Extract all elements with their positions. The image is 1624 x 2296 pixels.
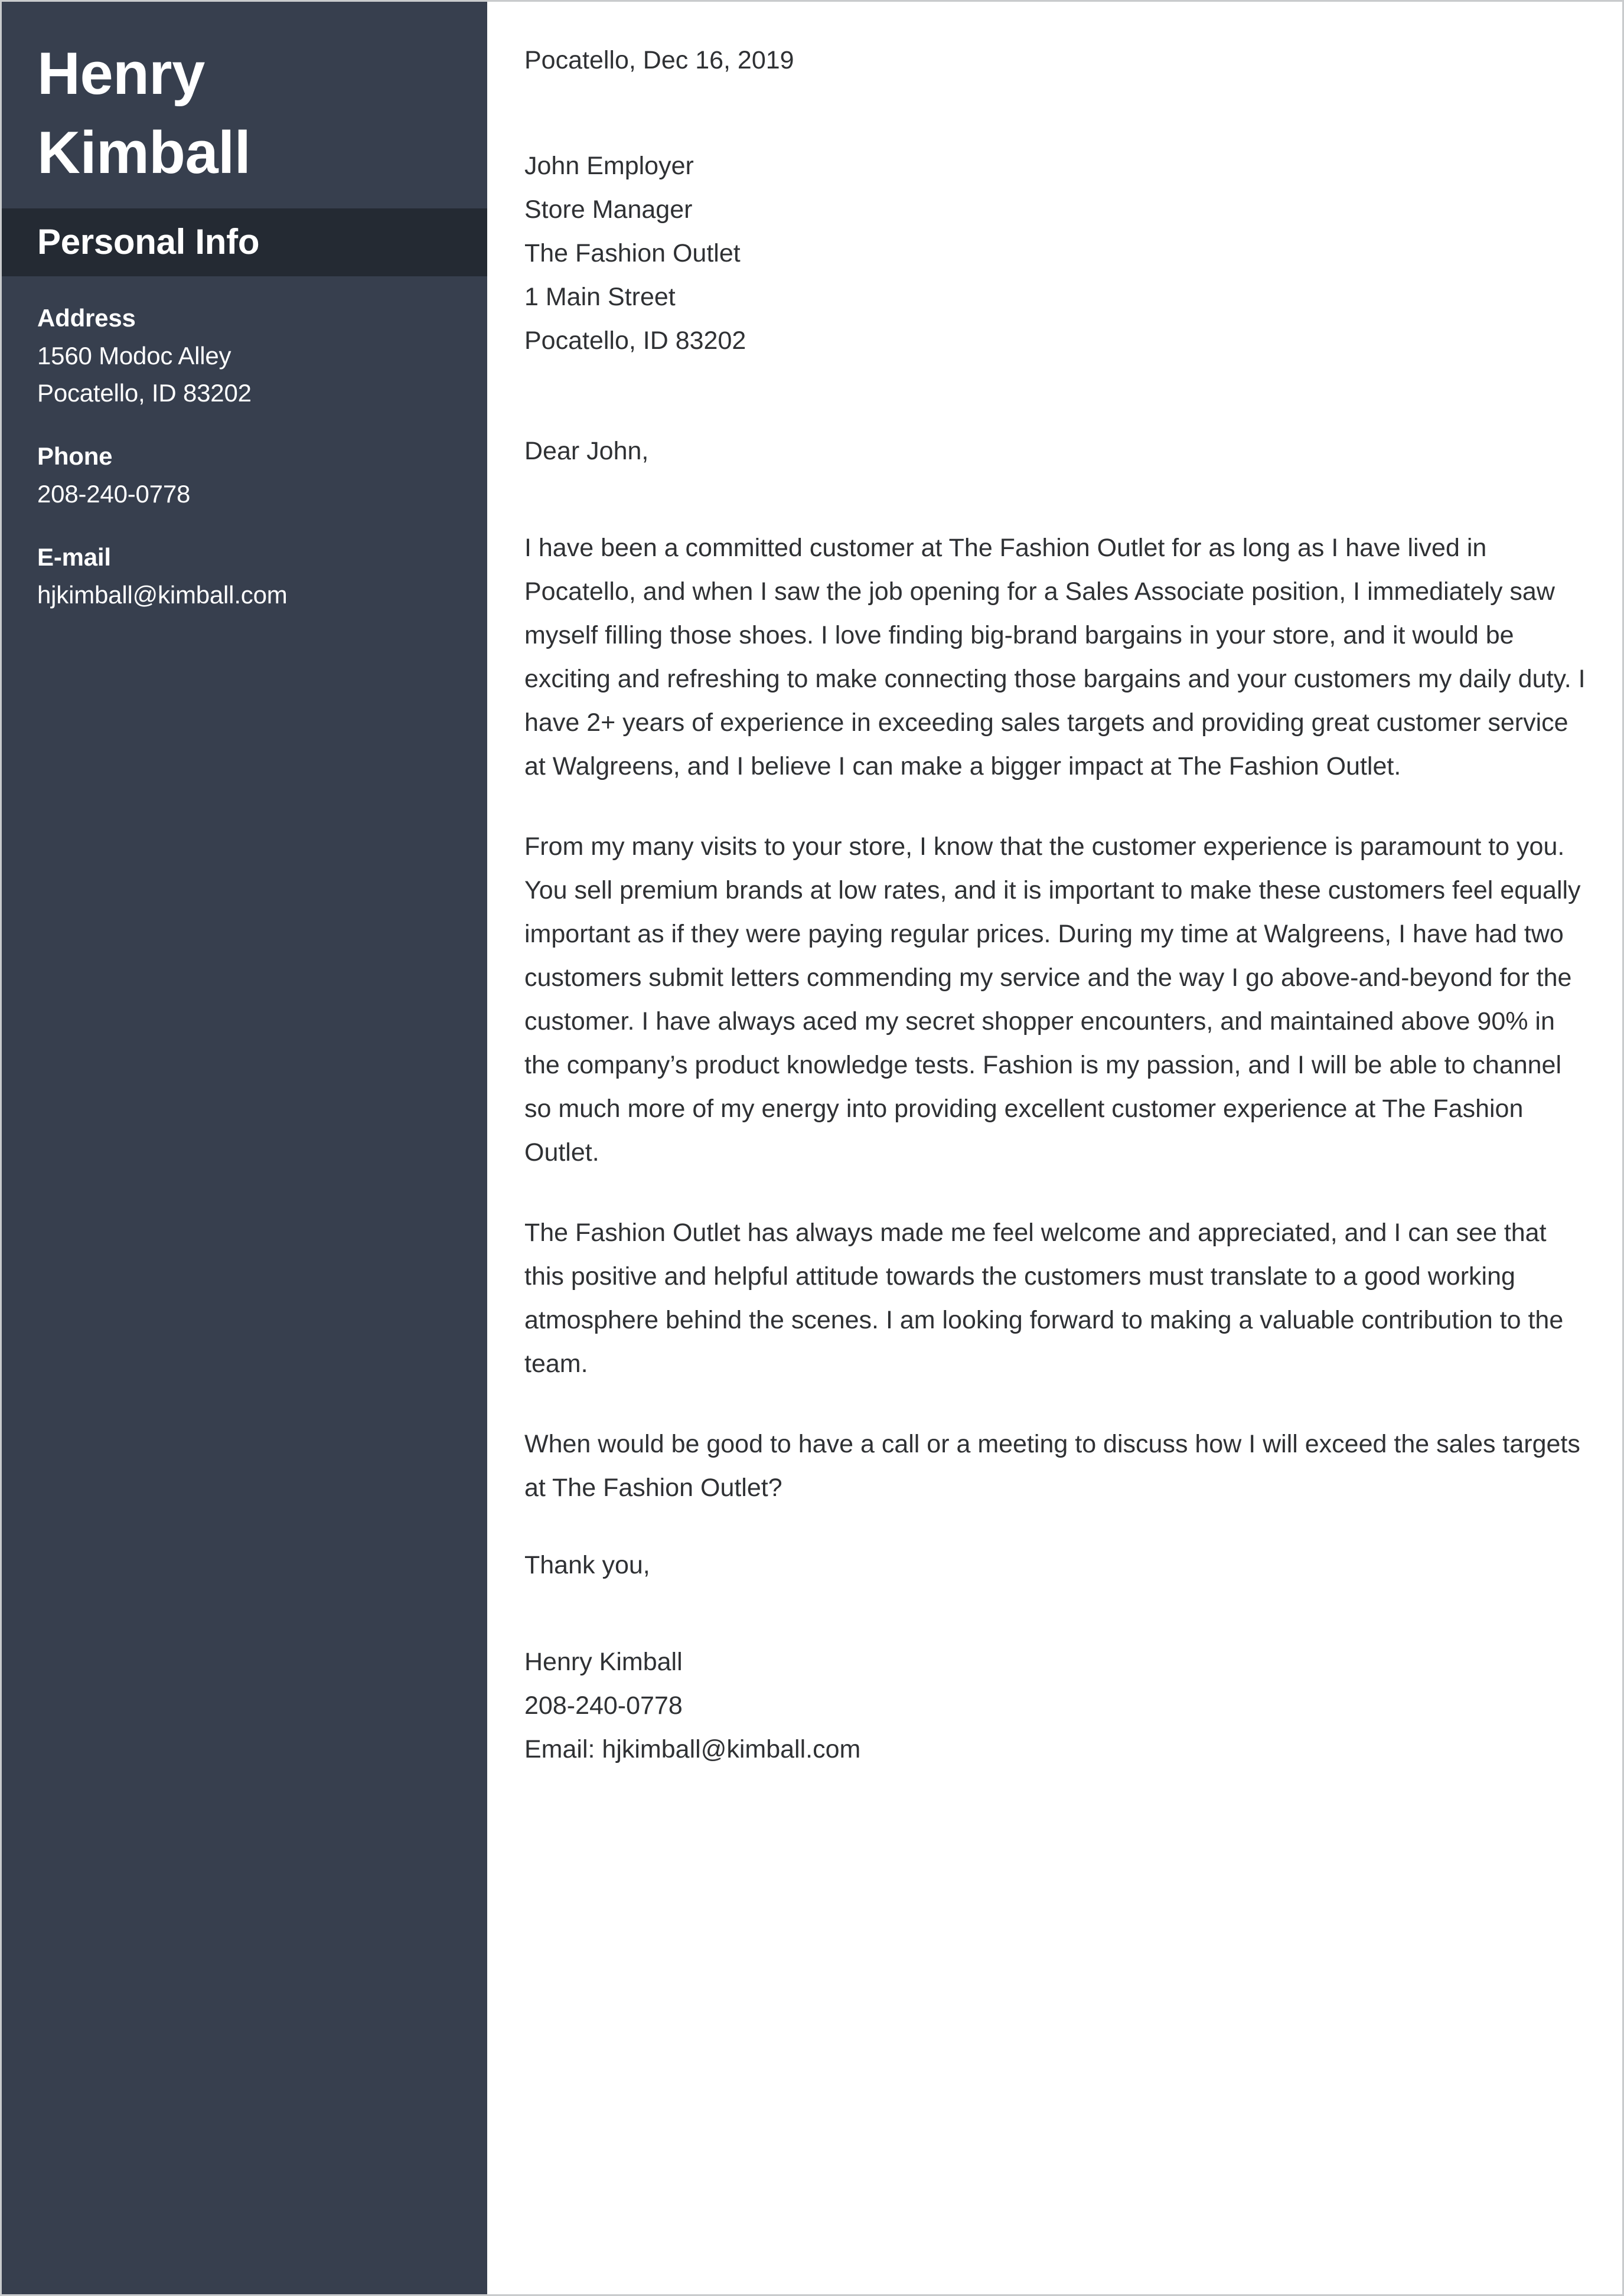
cover-letter-page: Henry Kimball Personal Info Address 1560… [0,0,1624,2296]
letter-date: Pocatello, Dec 16, 2019 [524,46,794,74]
recipient-name: John Employer [524,152,694,181]
info-label-email: E-mail [37,543,111,571]
candidate-last-name: Kimball [37,120,251,187]
candidate-name: Henry Kimball [2,2,487,193]
signature-block: Henry Kimball 208-240-0778 Email: hjkimb… [524,1641,1587,1772]
recipient-company: The Fashion Outlet [524,239,741,268]
letter-paragraph-4: When would be good to have a call or a m… [524,1429,1580,1502]
signature-phone: 208-240-0778 [524,1691,683,1720]
info-value-email: hjkimball@kimball.com [37,580,288,609]
recipient-address-block: John Employer Store Manager The Fashion … [524,145,1587,363]
letter-content: Pocatello, Dec 16, 2019 John Employer St… [487,2,1622,2294]
signature-email: Email: hjkimball@kimball.com [524,1735,861,1763]
letter-paragraph-2: From my many visits to your store, I kno… [524,832,1581,1167]
recipient-title: Store Manager [524,195,693,224]
recipient-street: 1 Main Street [524,283,676,312]
info-block-phone: Phone 208-240-0778 [37,437,452,512]
letter-signoff: Thank you, [524,1550,650,1579]
personal-info-list: Address 1560 Modoc Alley Pocatello, ID 8… [2,276,487,2294]
info-value-address-line1: 1560 Modoc Alley [37,341,231,370]
info-value-phone: 208-240-0778 [37,479,191,508]
recipient-city-state-zip: Pocatello, ID 83202 [524,326,746,355]
info-block-email: E-mail hjkimball@kimball.com [37,538,452,613]
info-block-address: Address 1560 Modoc Alley Pocatello, ID 8… [37,299,452,411]
sidebar: Henry Kimball Personal Info Address 1560… [2,2,487,2294]
signature-name: Henry Kimball [524,1647,683,1676]
personal-info-title: Personal Info [37,222,260,262]
candidate-first-name: Henry [37,41,205,107]
letter-paragraph-3: The Fashion Outlet has always made me fe… [524,1218,1564,1378]
info-label-address: Address [37,303,136,332]
info-label-phone: Phone [37,442,113,470]
personal-info-section-header: Personal Info [2,208,487,276]
letter-salutation: Dear John, [524,437,649,466]
info-value-address-line2: Pocatello, ID 83202 [37,378,252,407]
letter-paragraph-1: I have been a committed customer at The … [524,534,1586,781]
sidebar-name-spacer [2,193,487,208]
